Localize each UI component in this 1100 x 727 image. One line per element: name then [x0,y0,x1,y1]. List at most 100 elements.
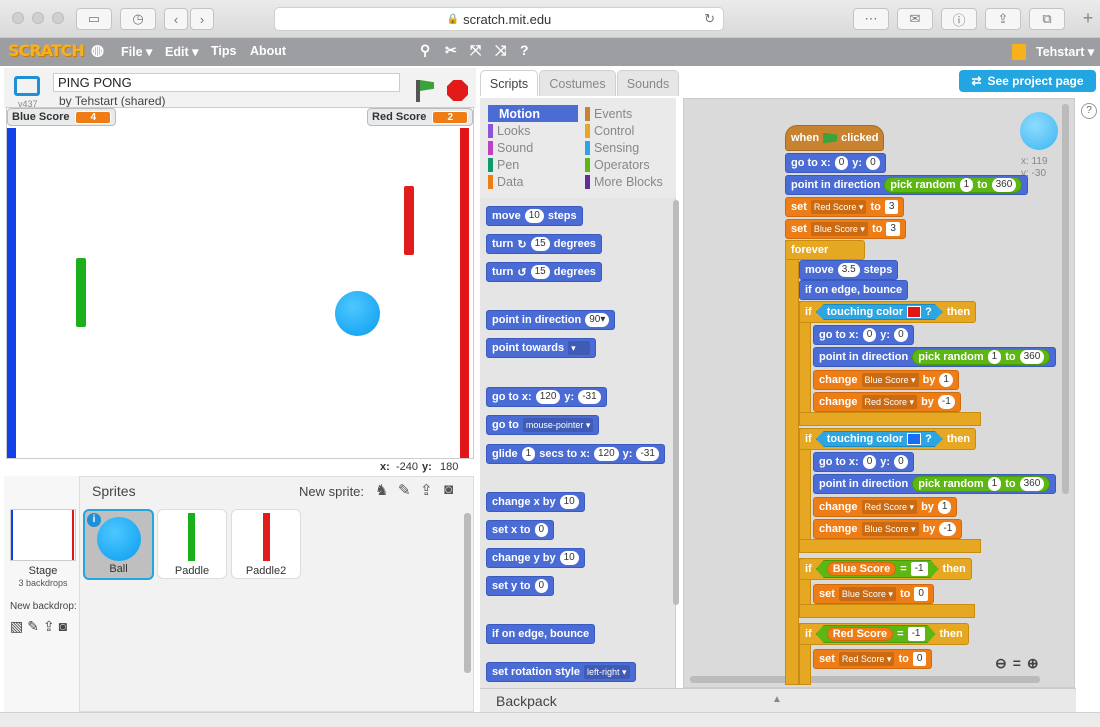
script-goto-xy-3[interactable]: go to x: 0 y: 0 [813,452,914,472]
duplicate-icon[interactable]: ⚲ [420,42,430,59]
zoom-reset-icon[interactable]: = [1013,655,1021,673]
help-tips-icon[interactable]: ? [1081,103,1097,119]
minimize-window-icon[interactable] [32,12,44,24]
library-sprite-icon[interactable]: ♞ [375,481,388,499]
palette-block-turn-left[interactable]: turn ↺ 15 degrees [486,262,602,282]
category-data[interactable]: Data [488,173,578,190]
backpack-expand-icon[interactable]: ▲ [772,694,782,705]
see-project-page-button[interactable]: ⇄ See project page [959,70,1096,92]
category-events[interactable]: Events [585,105,675,122]
script-bounce[interactable]: if on edge, bounce [799,280,909,300]
palette-block-set-y[interactable]: set y to 0 [486,576,555,596]
sprite-tile-ball[interactable]: i Ball [83,509,154,580]
shrink-icon[interactable]: ⤨ [495,42,506,59]
category-more-blocks[interactable]: More Blocks [585,173,675,190]
sprite-tile-paddle2[interactable]: Paddle2 [231,509,301,579]
close-window-icon[interactable] [12,12,24,24]
script-if-touching-red[interactable]: if touching color? then [799,301,977,323]
script-set-red-score-0[interactable]: set Red Score ▾ to 0 [813,649,933,669]
script-if-red-score-eq[interactable]: if Red Score = -1 then [799,623,969,645]
script-if-blue-score-eq[interactable]: if Blue Score = -1 then [799,558,972,580]
reload-icon[interactable]: ↻ [704,11,715,27]
script-change-blue-score[interactable]: change Blue Score ▾ by 1 [813,370,959,390]
script-change-red-score[interactable]: change Red Score ▾ by -1 [813,392,961,412]
category-sensing[interactable]: Sensing [585,139,675,156]
delete-icon[interactable]: ✂ [445,42,457,59]
script-point-direction-3[interactable]: point in direction pick random 1 to 360 [813,474,1057,494]
camera-sprite-icon[interactable]: ◙ [444,481,453,498]
palette-block-point-direction[interactable]: point in direction 90▾ [486,310,616,330]
about-menu[interactable]: About [250,44,286,58]
palette-block-rotation-style[interactable]: set rotation style left-right ▾ [486,662,636,682]
script-when-flag-clicked[interactable]: when clicked [785,125,885,151]
zoom-out-icon[interactable]: ⊖ [995,655,1007,673]
help-icon[interactable]: ? [520,42,529,58]
palette-block-change-x[interactable]: change x by 10 [486,492,585,512]
backdrop-tools-icons[interactable]: ▧✎⇪◙ [10,618,71,635]
new-tab-icon[interactable]: + [1076,8,1100,36]
grow-icon[interactable]: ⤧ [470,42,481,59]
edit-menu[interactable]: Edit ▾ [165,44,198,59]
category-sound[interactable]: Sound [488,139,578,156]
stage-canvas[interactable]: Blue Score 4 Red Score 2 [6,107,474,459]
category-pen[interactable]: Pen [488,156,578,173]
red-score-monitor[interactable]: Red Score 2 [367,108,473,126]
script-forever[interactable]: forever [785,240,865,260]
zoom-window-icon[interactable] [52,12,64,24]
script-h-scrollbar[interactable] [690,676,1040,683]
ball-sprite[interactable] [335,291,380,336]
tabs-icon[interactable]: ⧉ [1029,8,1065,30]
share-icon[interactable]: ⇪ [985,8,1021,30]
paint-sprite-icon[interactable]: ✎ [398,481,411,499]
palette-block-set-x[interactable]: set x to 0 [486,520,555,540]
script-goto-xy[interactable]: go to x: 0 y: 0 [785,153,886,173]
presentation-mode-icon[interactable] [14,76,40,96]
history-icon[interactable]: ◷ [120,8,156,30]
info-icon[interactable]: ⓘ [941,8,977,30]
zoom-in-icon[interactable]: ⊕ [1027,655,1039,673]
category-control[interactable]: Control [585,122,675,139]
user-avatar[interactable] [1012,44,1026,60]
palette-block-glide[interactable]: glide 1 secs to x: 120 y: -31 [486,444,665,464]
tab-costumes[interactable]: Costumes [539,70,616,96]
category-looks[interactable]: Looks [488,122,578,139]
tab-scripts[interactable]: Scripts [480,70,538,96]
address-bar[interactable]: 🔒 scratch.mit.edu ↻ [274,7,724,31]
palette-scrollbar[interactable] [673,200,679,605]
script-set-red-score[interactable]: set Red Score ▾ to 3 [785,197,905,217]
palette-block-goto-xy[interactable]: go to x: 120 y: -31 [486,387,607,407]
mail-icon[interactable]: ✉ [897,8,933,30]
script-move[interactable]: move 3.5 steps [799,260,899,280]
palette-block-bounce[interactable]: if on edge, bounce [486,624,596,644]
palette-block-goto[interactable]: go to mouse-pointer ▾ [486,415,600,435]
file-menu[interactable]: File ▾ [121,44,152,59]
category-operators[interactable]: Operators [585,156,675,173]
blue-score-monitor[interactable]: Blue Score 4 [7,108,117,126]
script-v-scrollbar[interactable] [1062,104,1069,494]
sprite-info-icon[interactable]: i [87,513,101,527]
script-set-blue-score[interactable]: set Blue Score ▾ to 3 [785,219,906,239]
green-paddle-sprite[interactable] [76,258,86,327]
sidebar-toggle-icon[interactable]: ▭ [76,8,112,30]
forward-icon[interactable]: › [190,8,214,30]
red-paddle-sprite[interactable] [404,186,414,255]
tips-menu[interactable]: Tips [211,44,236,58]
palette-block-turn-right[interactable]: turn ↻ 15 degrees [486,234,602,254]
category-motion[interactable]: Motion [488,105,578,122]
palette-block-move[interactable]: move 10 steps [486,206,583,226]
tab-sounds[interactable]: Sounds [617,70,679,96]
grid-icon[interactable]: ⋯ [853,8,889,30]
palette-block-point-towards[interactable]: point towards ▾ [486,338,597,358]
script-goto-xy-2[interactable]: go to x: 0 y: 0 [813,325,914,345]
script-change-red-score-2[interactable]: change Red Score ▾ by 1 [813,497,958,517]
sprite-tile-paddle[interactable]: Paddle [157,509,227,579]
globe-icon[interactable]: ◍ [91,41,104,59]
palette-block-change-y[interactable]: change y by 10 [486,548,585,568]
backpack-bar[interactable]: Backpack ▲ [480,688,1076,712]
stage-thumbnail[interactable] [10,509,76,561]
scratch-logo[interactable]: SCRATCH [8,41,85,60]
script-point-direction[interactable]: point in direction pick random 1 to 360 [785,175,1029,195]
upload-sprite-icon[interactable]: ⇪ [420,481,433,499]
script-point-direction-2[interactable]: point in direction pick random 1 to 360 [813,347,1057,367]
script-change-blue-score-2[interactable]: change Blue Score ▾ by -1 [813,519,963,539]
